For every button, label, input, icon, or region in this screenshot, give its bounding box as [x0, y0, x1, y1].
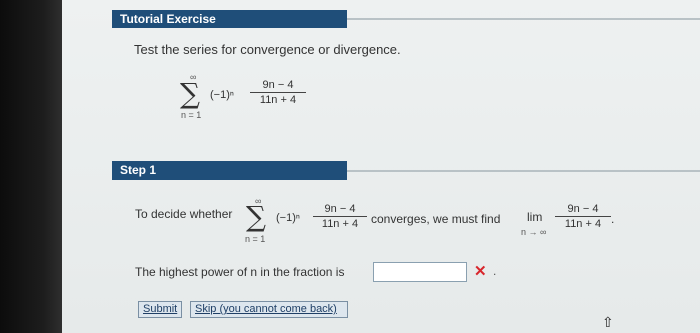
sigma-icon: ∑ — [246, 200, 266, 233]
sigma-lower-limit: n = 1 — [181, 110, 202, 120]
limit-fraction: 9n − 4 11n + 4 — [555, 203, 611, 230]
tutorial-header: Tutorial Exercise — [112, 10, 347, 28]
series-fraction: 9n − 4 11n + 4 — [250, 79, 306, 106]
limit-period: . — [611, 212, 615, 226]
fraction-numerator: 9n − 4 — [324, 203, 356, 215]
highest-power-input[interactable] — [373, 262, 467, 282]
step-intro-text: To decide whether — [135, 207, 233, 221]
tutorial-divider — [347, 18, 700, 20]
left-bezel — [0, 0, 62, 333]
question-text: Test the series for convergence or diver… — [134, 42, 401, 57]
limit-subscript: n → ∞ — [521, 227, 547, 237]
series-fraction: 9n − 4 11n + 4 — [313, 203, 367, 230]
step-divider — [347, 170, 700, 172]
fraction-bar — [250, 92, 306, 93]
fraction-bar — [313, 216, 367, 217]
fraction-numerator: 9n − 4 — [262, 79, 294, 91]
fraction-bar — [555, 216, 611, 217]
sentence-period: . — [493, 264, 497, 278]
fraction-numerator: 9n − 4 — [567, 203, 599, 215]
fraction-denominator: 11n + 4 — [259, 94, 297, 106]
skip-button[interactable]: Skip (you cannot come back) — [190, 301, 348, 318]
limit-word: lim — [527, 210, 543, 224]
fraction-denominator: 11n + 4 — [564, 218, 602, 230]
step-middle-text: converges, we must find — [371, 212, 501, 226]
alternating-sign: (−1)ⁿ — [210, 89, 234, 101]
submit-button[interactable]: Submit — [138, 301, 182, 318]
sigma-lower-limit: n = 1 — [245, 234, 266, 244]
mouse-cursor-icon: ⇧ — [602, 314, 614, 330]
step-header: Step 1 — [112, 161, 347, 180]
incorrect-x-icon: ✕ — [474, 263, 487, 280]
highest-power-label: The highest power of n in the fraction i… — [135, 265, 345, 279]
alternating-sign: (−1)ⁿ — [276, 212, 300, 224]
sigma-icon: ∑ — [180, 77, 200, 110]
fraction-denominator: 11n + 4 — [321, 218, 359, 230]
